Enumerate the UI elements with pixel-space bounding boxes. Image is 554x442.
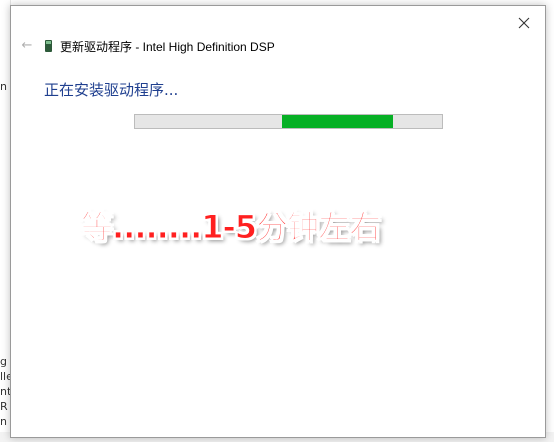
background-text-fragment: n [0,415,7,428]
dialog-title-row: 更新驱动程序 - Intel High Definition DSP [45,38,275,54]
dialog-title: 更新驱动程序 - Intel High Definition DSP [60,39,275,54]
background-text-fragment: lle [0,370,10,383]
background-text-fragment: R [0,400,8,413]
annotation-wait-note: 等........1-5分钟左右 [80,208,381,247]
background-text-fragment: n [0,80,7,93]
progress-bar-fill [282,115,393,128]
close-button[interactable] [511,12,537,34]
back-arrow-icon[interactable]: ← [19,38,35,54]
device-icon [45,40,52,52]
installing-status-text: 正在安装驱动程序... [44,81,179,99]
install-progress-bar [134,114,443,129]
background-text-fragment: g [0,355,7,368]
close-icon [518,17,530,29]
update-driver-dialog: ← 更新驱动程序 - Intel High Definition DSP 正在安… [10,5,546,438]
background-text-fragment: nt [0,385,10,398]
